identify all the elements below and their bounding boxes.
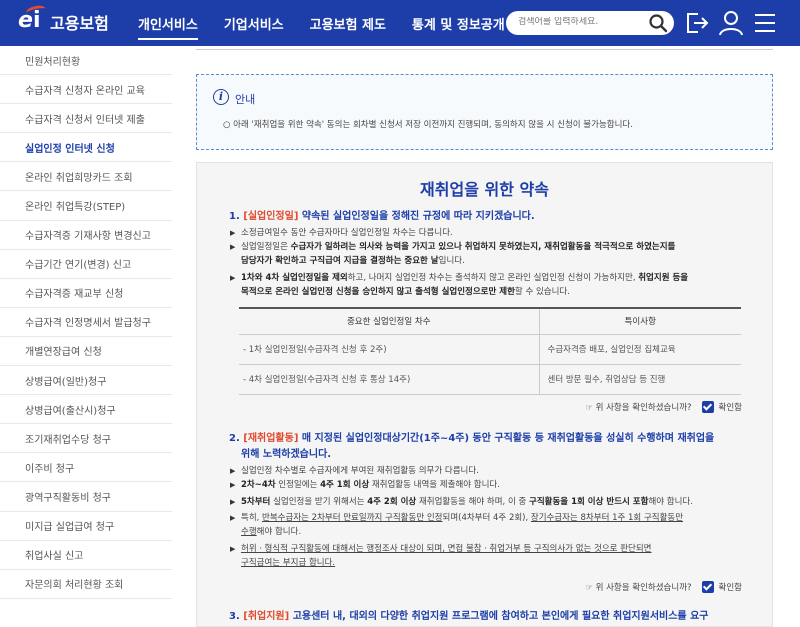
confirm-label[interactable]: 확인함: [719, 401, 742, 413]
search-input[interactable]: [518, 17, 638, 27]
sidebar-item[interactable]: 수급자격증 재교부 신청: [0, 279, 172, 308]
search-icon[interactable]: [648, 13, 668, 33]
pledge-title: 재취업을 위한 약속: [420, 180, 549, 199]
sidebar-item[interactable]: 자문의회 처리현황 조회: [0, 570, 172, 599]
sidebar-item[interactable]: 수급기간 연기(변경) 신고: [0, 250, 172, 279]
sidebar-item[interactable]: 온라인 취업특강(STEP): [0, 191, 172, 221]
sidebar-item[interactable]: 미지급 실업급여 청구: [0, 512, 172, 541]
pledge-panel: 재취업을 위한 약속 1. [실업인정일] 약속된 실업인정일을 정해진 규정에…: [196, 162, 773, 627]
user-icon[interactable]: [718, 9, 744, 37]
section-2-confirm: ☞ 위 사항을 확인하셨습니까? 확인함: [197, 581, 742, 593]
confirm-label[interactable]: 확인함: [719, 581, 742, 593]
table-header-row: 중요한 실업인정일 차수 특이사항: [239, 307, 741, 335]
logout-icon[interactable]: [684, 9, 710, 37]
nav-statistics[interactable]: 통계 및 정보공개: [412, 14, 505, 40]
section-1-title: 1. [실업인정일] 약속된 실업인정일을 정해진 규정에 따라 지키겠습니다.: [229, 211, 535, 222]
sidebar-item[interactable]: 민원처리현황: [0, 46, 172, 76]
confirm-question: ☞ 위 사항을 확인하셨습니까?: [585, 583, 692, 593]
sidebar-item[interactable]: 온라인 취업희망카드 조회: [0, 162, 172, 192]
section-1-bullet: 소정급여일수 동안 수급자마다 실업인정일 차수는 다릅니다.: [230, 227, 741, 241]
table-header: 특이사항: [539, 307, 741, 335]
site-logo[interactable]: ei 고용보험: [18, 4, 109, 34]
section-1-bullet: 실업일정일은 수급자가 일하려는 의사와 능력을 가지고 있으나 취업하지 못하…: [230, 241, 741, 268]
menu-icon[interactable]: [752, 9, 778, 37]
table-cell: - 4차 실업인정일(수급자격 신청 후 통상 14주): [239, 364, 540, 395]
table-row: - 1차 실업인정일(수급자격 신청 후 2주) 수급자격증 배포, 실업인정 …: [239, 334, 741, 365]
section-2-title: 2. [재취업활동] 매 지정된 실업인정대상기간(1주~4주) 동안 구직활동…: [229, 433, 715, 460]
nav-business-service[interactable]: 기업서비스: [224, 14, 284, 40]
search-box: [506, 11, 674, 35]
confirm-checkbox[interactable]: [701, 401, 714, 413]
section-2-bullet: 실업인정 차수별로 수급자에게 부여된 재취업활동 의무가 다릅니다.: [230, 465, 741, 479]
section-3-title: 3. [취업지원] 고용센터 내, 대외의 다양한 취업지원 프로그램에 참여하…: [229, 611, 709, 622]
sidebar-item[interactable]: 상병급여(일반)청구: [0, 366, 172, 396]
table-cell: 수급자격증 배포, 실업인정 집체교육: [539, 334, 741, 365]
table-row: - 4차 실업인정일(수급자격 신청 후 통상 14주) 센터 방문 필수, 취…: [239, 364, 741, 395]
section-1-bullet: 1차와 4차 실업인정일을 제외하고, 나머지 실업인정 차수는 출석하지 않고…: [230, 272, 741, 299]
notice-box: i 안내 ○ 아래 '재취업을 위한 약속' 동의는 회차별 신청서 저장 이전…: [196, 74, 773, 150]
info-icon: i: [213, 89, 229, 105]
sidebar-item[interactable]: 수급자격증 기재사항 변경신고: [0, 221, 172, 250]
sidebar-item[interactable]: 수급자격 신청서 인터넷 제출: [0, 104, 172, 134]
sidebar-item-active[interactable]: 실업인정 인터넷 신청: [0, 133, 172, 163]
notice-title: 안내: [235, 93, 256, 106]
sidebar-item[interactable]: 취업사실 신고: [0, 541, 172, 570]
table-header: 중요한 실업인정일 차수: [239, 307, 540, 335]
section-2-bullet: 특히, 반복수급자는 2차부터 만료일까지 구직활동만 인정되며(4차부터 4주…: [230, 512, 741, 539]
sidebar-item[interactable]: 상병급여(출산시)청구: [0, 395, 172, 425]
logo-text: 고용보험: [50, 14, 109, 33]
confirm-checkbox[interactable]: [701, 581, 714, 593]
section-2-bullet: 허위ㆍ형식적 구직활동에 대해서는 행정조사 대상이 되며, 면접 불참ㆍ취업거…: [230, 543, 741, 570]
important-dates-table: 중요한 실업인정일 차수 특이사항 - 1차 실업인정일(수급자격 신청 후 2…: [239, 307, 741, 395]
global-nav: 개인서비스 기업서비스 고용보험 제도 통계 및 정보공개: [138, 14, 531, 40]
sidebar: 민원처리현황 수급자격 신청자 온라인 교육 수급자격 신청서 인터넷 제출 실…: [0, 46, 172, 627]
notice-text: ○ 아래 '재취업을 위한 약속' 동의는 회차별 신청서 저장 이전까지 진행…: [223, 120, 633, 130]
logo-mark-icon: ei: [18, 4, 48, 34]
sidebar-item[interactable]: 수급자격 인정명세서 발급청구: [0, 308, 172, 337]
site-header: ei 고용보험 개인서비스 기업서비스 고용보험 제도 통계 및 정보공개: [0, 0, 800, 46]
sidebar-item[interactable]: 이주비 청구: [0, 453, 172, 483]
sidebar-item[interactable]: 수급자격 신청자 온라인 교육: [0, 75, 172, 105]
confirm-question: ☞ 위 사항을 확인하셨습니까?: [585, 403, 692, 413]
table-cell: - 1차 실업인정일(수급자격 신청 후 2주): [239, 334, 540, 365]
nav-insurance-system[interactable]: 고용보험 제도: [310, 14, 386, 40]
section-2-bullet: 5차부터 실업인정을 받기 위해서는 4주 2회 이상 재취업활동을 해야 하며…: [230, 496, 741, 510]
section-1-confirm: ☞ 위 사항을 확인하셨습니까? 확인함: [197, 401, 742, 413]
nav-personal-service[interactable]: 개인서비스: [138, 14, 198, 40]
table-cell: 센터 방문 필수, 취업상담 등 진행: [539, 364, 741, 395]
sidebar-item[interactable]: 조기재취업수당 청구: [0, 424, 172, 454]
sidebar-item[interactable]: 광역구직활동비 청구: [0, 482, 172, 512]
sidebar-item[interactable]: 개별연장급여 신청: [0, 337, 172, 367]
divider: [196, 49, 773, 50]
section-2-bullet: 2차~4차 인정일에는 4주 1회 이상 재취업활동 내역을 제출해야 합니다.: [230, 479, 741, 493]
content-area: [196, 46, 773, 50]
